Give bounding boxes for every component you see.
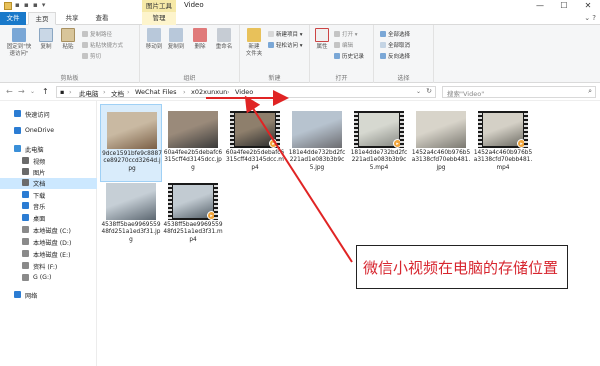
annotation-text: 微信小视频在电脑的存储位置 — [363, 259, 559, 277]
annotation-arrows — [206, 90, 353, 263]
annotation-callout: 微信小视频在电脑的存储位置 — [356, 245, 568, 289]
arrow-line-diagonal — [244, 95, 353, 263]
